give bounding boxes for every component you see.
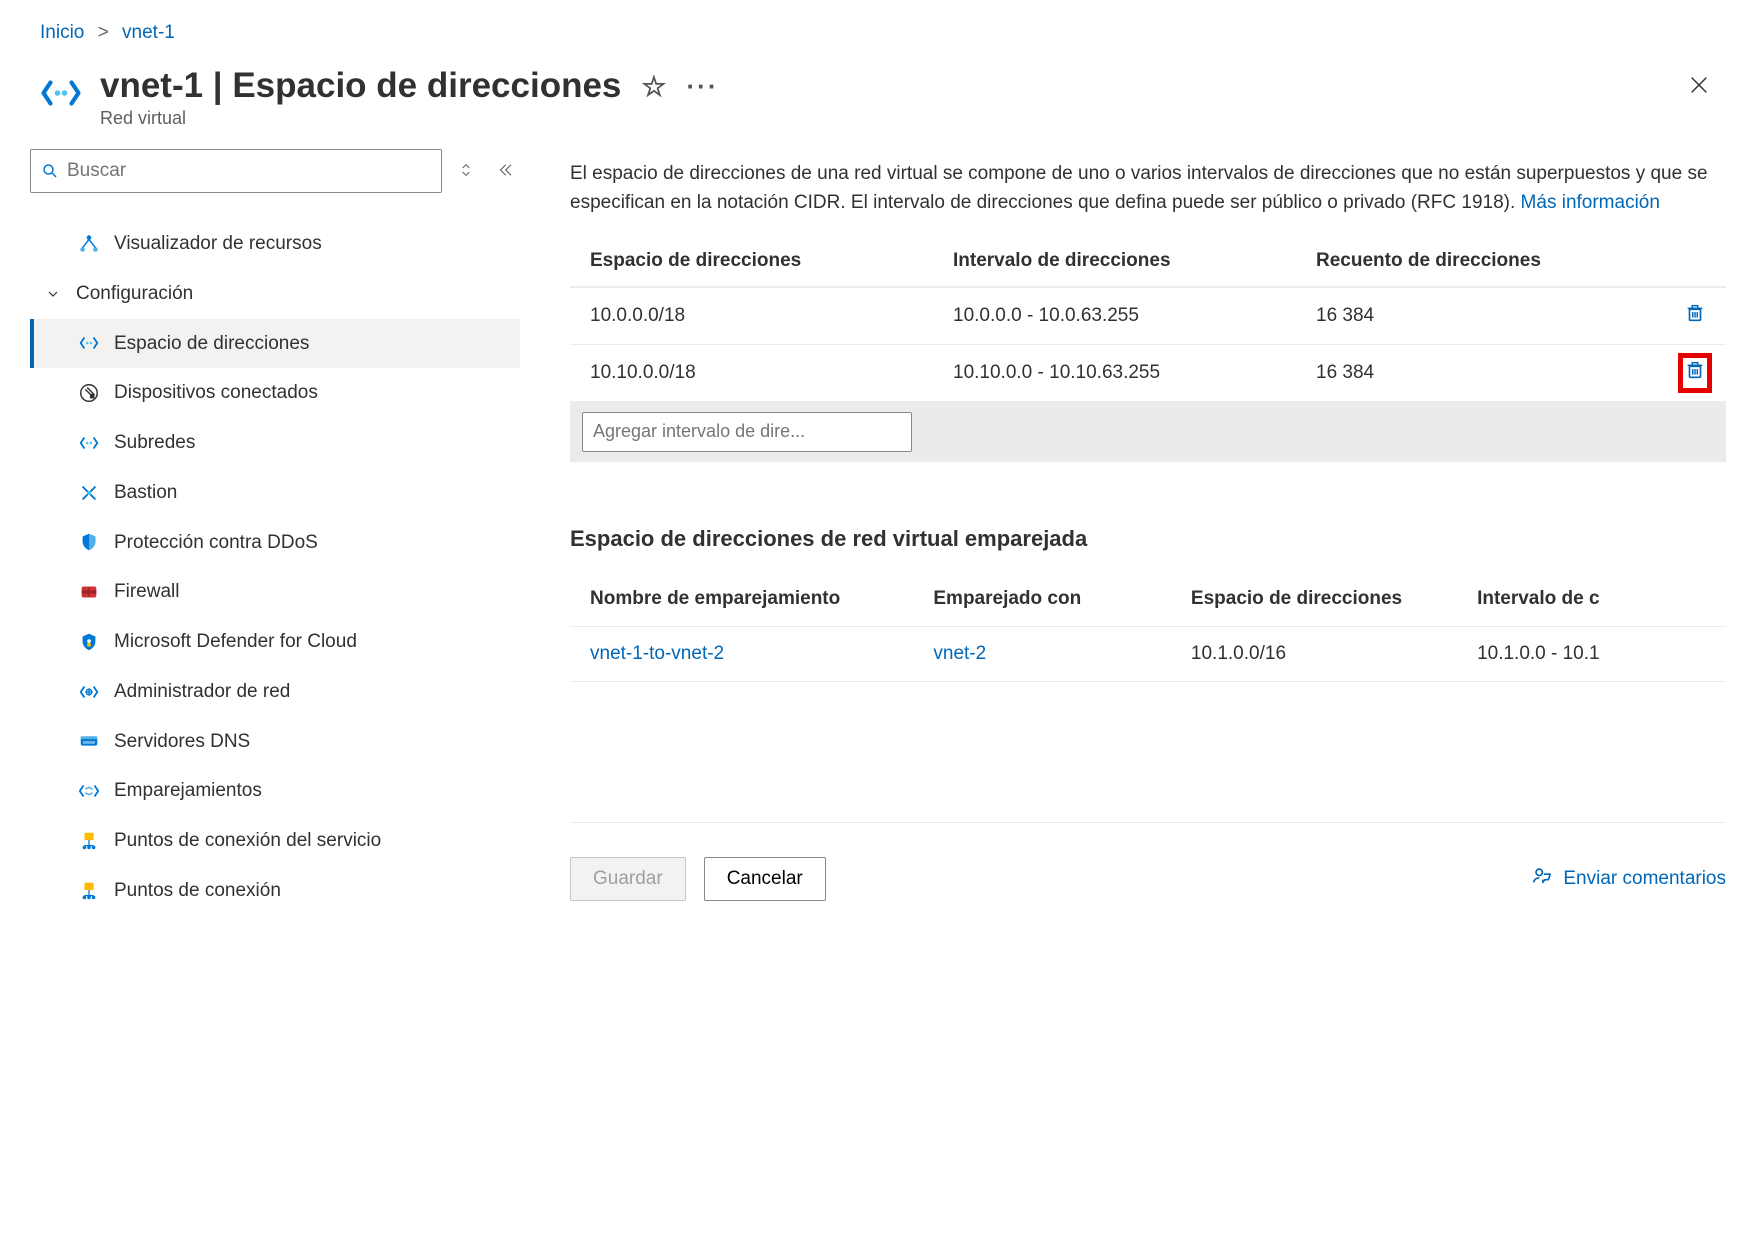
description: El espacio de direcciones de una red vir… — [570, 159, 1726, 218]
peered-col-space: Espacio de direcciones — [1191, 588, 1477, 610]
cell-range: 10.0.0.0 - 10.0.63.255 — [953, 305, 1316, 327]
sidebar-item-label: Puntos de conexión — [114, 879, 506, 903]
svg-text:www: www — [82, 740, 95, 746]
bastion-icon — [78, 482, 100, 504]
sidebar-item-config[interactable]: Configuración — [30, 269, 520, 319]
peered-col-with: Emparejado con — [933, 588, 1191, 610]
sidebar-item-bastion[interactable]: Bastion — [30, 468, 520, 518]
sidebar-search[interactable] — [30, 149, 442, 193]
sidebar-item-label: Servidores DNS — [114, 730, 506, 754]
dns-icon: www — [78, 730, 100, 752]
sidebar-item-label: Subredes — [114, 431, 506, 455]
search-input[interactable] — [67, 160, 431, 182]
peering-with-link[interactable]: vnet-2 — [933, 643, 986, 664]
sidebar-item-label: Visualizador de recursos — [114, 232, 506, 256]
plug-icon — [78, 382, 100, 404]
favorite-star-icon[interactable]: ☆ — [641, 70, 666, 103]
address-space-icon — [78, 432, 100, 454]
collapse-pane-icon[interactable] — [490, 155, 520, 188]
delete-row-icon[interactable] — [1684, 359, 1706, 387]
sidebar-item-netadmin[interactable]: Administrador de red — [30, 667, 520, 717]
sidebar: Visualizador de recursos Configuración Esp… — [30, 149, 530, 916]
sidebar-item-ddos[interactable]: Protección contra DDoS — [30, 518, 520, 568]
peering-icon — [78, 780, 100, 802]
cell-range: 10.10.0.0 - 10.10.63.255 — [953, 362, 1316, 384]
firewall-icon — [78, 581, 100, 603]
sidebar-item-subnets[interactable]: Subredes — [30, 418, 520, 468]
sidebar-item-label: Microsoft Defender for Cloud — [114, 630, 506, 654]
add-range-input[interactable] — [582, 412, 912, 452]
sidebar-item-label: Puntos de conexión del servicio — [114, 829, 506, 853]
sidebar-item-label: Configuración — [76, 282, 506, 306]
save-button[interactable]: Guardar — [570, 857, 686, 901]
sidebar-item-firewall[interactable]: Firewall — [30, 567, 520, 617]
shield-icon — [78, 531, 100, 553]
more-info-link[interactable]: Más información — [1521, 192, 1660, 213]
breadcrumb-current[interactable]: vnet-1 — [122, 22, 175, 43]
sidebar-item-peerings[interactable]: Emparejamientos — [30, 766, 520, 816]
close-icon[interactable] — [1682, 66, 1716, 109]
main-content: El espacio de direcciones de una red vir… — [530, 149, 1756, 916]
peering-name-link[interactable]: vnet-1-to-vnet-2 — [590, 643, 724, 664]
endpoint-icon — [78, 880, 100, 902]
cancel-button[interactable]: Cancelar — [704, 857, 826, 901]
sidebar-item-private-endpoints[interactable]: Puntos de conexión — [30, 866, 520, 916]
sidebar-item-address-space[interactable]: Espacio de direcciones — [30, 319, 520, 369]
sidebar-item-visualizer[interactable]: Visualizador de recursos — [30, 219, 520, 269]
peered-col-range: Intervalo de c — [1477, 588, 1706, 610]
vnet-icon — [40, 72, 82, 114]
cell-space: 10.10.0.0/18 — [590, 362, 953, 384]
peered-table: Nombre de emparejamiento Emparejado con … — [570, 572, 1726, 682]
network-node-icon — [78, 233, 100, 255]
footer-bar: Guardar Cancelar Enviar comentarios — [570, 822, 1726, 901]
breadcrumb: Inicio > vnet-1 — [0, 0, 1756, 58]
page-title: vnet-1 | Espacio de direcciones — [100, 66, 621, 106]
cell-count: 16 384 — [1316, 305, 1646, 327]
endpoint-icon — [78, 830, 100, 852]
peering-range: 10.1.0.0 - 10.1 — [1477, 643, 1706, 665]
address-row: 10.10.0.0/1810.10.0.0 - 10.10.63.25516 3… — [570, 345, 1726, 402]
delete-row-icon[interactable] — [1684, 302, 1706, 330]
sidebar-item-label: Protección contra DDoS — [114, 531, 506, 555]
blade-header: vnet-1 | Espacio de direcciones ☆ ··· Re… — [0, 58, 1756, 149]
sidebar-item-label: Firewall — [114, 580, 506, 604]
breadcrumb-sep: > — [98, 22, 109, 43]
sidebar-item-dns[interactable]: www Servidores DNS — [30, 717, 520, 767]
cell-count: 16 384 — [1316, 362, 1646, 384]
sidebar-item-label: Administrador de red — [114, 680, 506, 704]
col-header-range: Intervalo de direcciones — [953, 250, 1316, 272]
peered-col-name: Nombre de emparejamiento — [590, 588, 933, 610]
sidebar-item-service-endpoints[interactable]: Puntos de conexión del servicio — [30, 816, 520, 866]
peered-section-title: Espacio de direcciones de red virtual em… — [570, 526, 1726, 552]
sidebar-item-label: Emparejamientos — [114, 779, 506, 803]
netadmin-icon — [78, 681, 100, 703]
feedback-icon — [1531, 865, 1553, 893]
sidebar-item-defender[interactable]: Microsoft Defender for Cloud — [30, 617, 520, 667]
defender-icon — [78, 631, 100, 653]
peered-row: vnet-1-to-vnet-2 vnet-2 10.1.0.0/1610.1.0.… — [570, 627, 1726, 682]
chevron-down-icon — [44, 286, 62, 302]
sidebar-item-connected-devices[interactable]: Dispositivos conectados — [30, 368, 520, 418]
page-subtitle: Red virtual — [100, 108, 1682, 129]
sidebar-item-label: Espacio de direcciones — [114, 332, 506, 356]
cell-space: 10.0.0.0/18 — [590, 305, 953, 327]
col-header-count: Recuento de direcciones — [1316, 250, 1646, 272]
col-header-space: Espacio de direcciones — [590, 250, 953, 272]
address-space-icon — [78, 332, 100, 354]
address-space-table: Espacio de direcciones Intervalo de dire… — [570, 236, 1726, 462]
send-feedback-link[interactable]: Enviar comentarios — [1531, 865, 1726, 893]
search-icon — [41, 162, 59, 180]
address-row: 10.0.0.0/1810.0.0.0 - 10.0.63.25516 384 — [570, 288, 1726, 345]
sidebar-item-label: Dispositivos conectados — [114, 381, 506, 405]
more-actions-icon[interactable]: ··· — [687, 71, 719, 102]
sidebar-item-label: Bastion — [114, 481, 506, 505]
peering-space: 10.1.0.0/16 — [1191, 643, 1477, 665]
expand-collapse-icon[interactable] — [452, 156, 480, 187]
breadcrumb-home[interactable]: Inicio — [40, 22, 84, 43]
add-range-row — [570, 402, 1726, 462]
